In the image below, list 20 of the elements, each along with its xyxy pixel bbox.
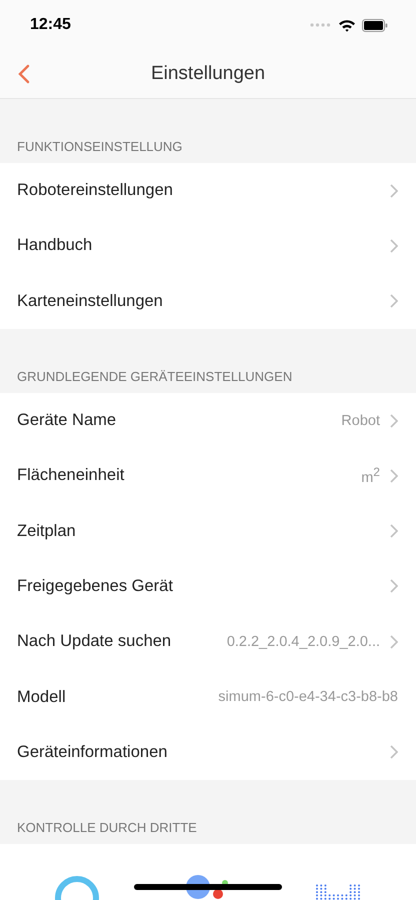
settings-row[interactable]: Handbuch: [0, 218, 416, 274]
status-time: 12:45: [30, 16, 71, 34]
signal-icon: [310, 23, 332, 27]
section-header: KONTROLLE DURCH DRITTE: [17, 820, 197, 835]
battery-icon: [362, 18, 388, 32]
settings-row[interactable]: Modell simum-6-c0-e4-34-c3-b8-b8: [0, 669, 416, 725]
settings-row[interactable]: Nach Update suchen 0.2.2_2.0.4_2.0.9_2.0...: [0, 614, 416, 670]
screen-title: Einstellungen: [150, 63, 266, 85]
settings-row[interactable]: Geräteinformationen: [0, 724, 416, 780]
wifi-icon: [338, 18, 356, 32]
section-header: GRUNDLEGENDE GERÄTEEINSTELLUNGEN: [17, 368, 292, 384]
settings-row[interactable]: Robotereinstellungen: [0, 163, 416, 218]
settings-row[interactable]: Geräte Name Robot: [0, 392, 416, 448]
dotted-wave-icon[interactable]: [315, 882, 361, 900]
ring-icon[interactable]: [53, 874, 101, 900]
settings-row[interactable]: Flächeneinheit m$^{2}$: [0, 448, 416, 504]
settings-row[interactable]: Zeitplan: [0, 503, 416, 559]
section-header: FUNKTIONSEINSTELLUNG: [17, 139, 182, 154]
settings-row[interactable]: Freigegebenes Gerät: [0, 558, 416, 614]
settings-row[interactable]: Karteneinstellungen: [0, 274, 416, 329]
